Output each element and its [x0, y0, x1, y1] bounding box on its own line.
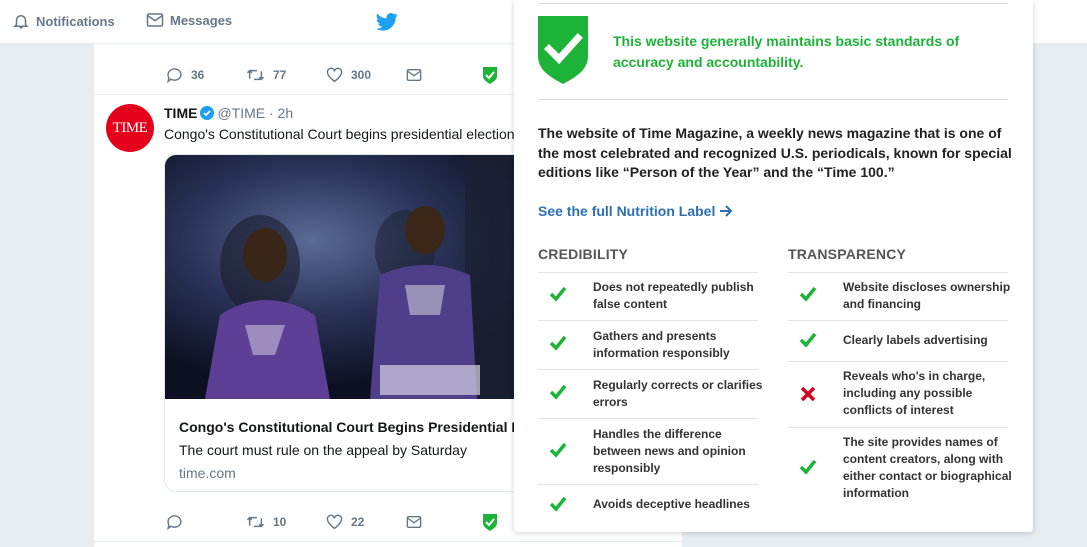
arrow-right-icon [720, 205, 733, 217]
reply-button[interactable]: 36 [166, 67, 204, 83]
check-icon [799, 459, 817, 475]
retweet-button[interactable]: 77 [246, 68, 286, 82]
retweet-icon [246, 69, 265, 81]
criterion-label: Avoids deceptive headlines [593, 497, 750, 511]
criterion-label: Gathers and presents information respons… [593, 329, 730, 360]
check-icon [549, 496, 567, 512]
criterion-item [796, 385, 820, 403]
criterion-item [546, 442, 570, 458]
retweet-count: 10 [273, 515, 287, 529]
reply-count: 36 [191, 68, 205, 82]
nutrition-label-button[interactable] [482, 513, 506, 531]
prev-tweet-actions: 36 77 300 [94, 63, 514, 87]
like-button[interactable]: 22 [326, 514, 364, 530]
criterion-item [796, 286, 820, 302]
criterion-label: The site provides names of content creat… [843, 435, 1012, 500]
credibility-heading: CREDIBILITY [538, 246, 629, 262]
like-count: 300 [351, 68, 372, 82]
nav-messages[interactable]: Messages [146, 12, 232, 28]
nutrition-label-button[interactable] [482, 66, 506, 84]
envelope-icon [406, 516, 422, 528]
shield-check-icon [483, 514, 497, 531]
row-divider [788, 427, 1008, 428]
heart-icon [326, 514, 343, 530]
criterion-item [796, 332, 820, 348]
nav-notifications-label: Notifications [36, 13, 115, 29]
dm-button[interactable] [406, 68, 430, 82]
avatar-logo-text: TIME [112, 119, 148, 136]
check-icon [799, 286, 817, 302]
row-divider [788, 361, 1008, 362]
criterion-label: Clearly labels advertising [843, 333, 988, 347]
shield-check-icon [538, 16, 588, 84]
envelope-icon [406, 69, 422, 81]
transparency-heading: TRANSPARENCY [788, 246, 907, 262]
nav-messages-label: Messages [170, 12, 233, 28]
tweet-header: TIME @TIME · 2h [164, 105, 293, 121]
reply-button[interactable] [166, 514, 191, 530]
retweet-count: 77 [273, 68, 287, 82]
criterion-item [796, 459, 820, 475]
row-divider [538, 272, 758, 273]
tweet-handle[interactable]: @TIME [217, 105, 265, 121]
check-icon [549, 384, 567, 400]
tweet-divider [94, 541, 682, 542]
x-icon [800, 386, 816, 402]
retweet-button[interactable]: 10 [246, 515, 286, 529]
criterion-item [546, 496, 570, 512]
row-divider [538, 320, 758, 321]
nutrition-label-popup: This website generally maintains basic s… [514, 0, 1033, 532]
site-description: The website of Time Magazine, a weekly n… [538, 125, 1012, 180]
criterion-label: Handles the difference between news and … [593, 427, 746, 475]
envelope-icon [146, 13, 164, 27]
verified-badge-icon [200, 106, 215, 120]
reply-icon [167, 68, 182, 83]
heart-icon [326, 67, 343, 83]
like-count: 22 [351, 515, 365, 529]
rating-verdict: This website generally maintains basic s… [613, 33, 960, 70]
check-icon [799, 332, 817, 348]
criterion-label: Reveals who's in charge, including any p… [843, 369, 986, 417]
card-domain: time.com [179, 465, 236, 481]
check-icon [549, 442, 567, 458]
row-divider [788, 320, 1008, 321]
criterion-label: Regularly corrects or clarifies errors [593, 378, 763, 409]
tweet-author-name[interactable]: TIME [164, 105, 197, 121]
card-description: The court must rule on the appeal by Sat… [179, 442, 467, 458]
retweet-icon [246, 516, 265, 528]
row-divider [788, 272, 1008, 273]
tweet-actions: 10 22 [94, 510, 514, 534]
nav-notifications[interactable]: Notifications [12, 12, 115, 30]
check-icon [549, 335, 567, 351]
row-divider [538, 369, 758, 370]
criterion-label: Website discloses ownership and financin… [843, 280, 1011, 311]
full-nutrition-label-text: See the full Nutrition Label [538, 203, 716, 219]
divider [538, 3, 1008, 4]
shield-check-icon [483, 67, 497, 84]
full-nutrition-label-link[interactable]: See the full Nutrition Label [538, 203, 733, 219]
criterion-label: Does not repeatedly publish false conten… [593, 280, 754, 311]
card-title: Congo's Constitutional Court Begins Pres… [179, 419, 566, 435]
tweet-timestamp[interactable]: · 2h [269, 105, 293, 121]
twitter-bird-icon[interactable] [376, 12, 398, 37]
row-divider [538, 484, 758, 485]
criterion-item [546, 384, 570, 400]
criterion-item [546, 335, 570, 351]
criterion-item [546, 286, 570, 302]
avatar[interactable]: TIME [106, 104, 154, 152]
divider [538, 99, 1008, 100]
like-button[interactable]: 300 [326, 67, 371, 83]
row-divider [538, 418, 758, 419]
bell-icon [13, 15, 29, 29]
reply-icon [167, 515, 182, 530]
check-icon [549, 286, 567, 302]
dm-button[interactable] [406, 515, 430, 529]
